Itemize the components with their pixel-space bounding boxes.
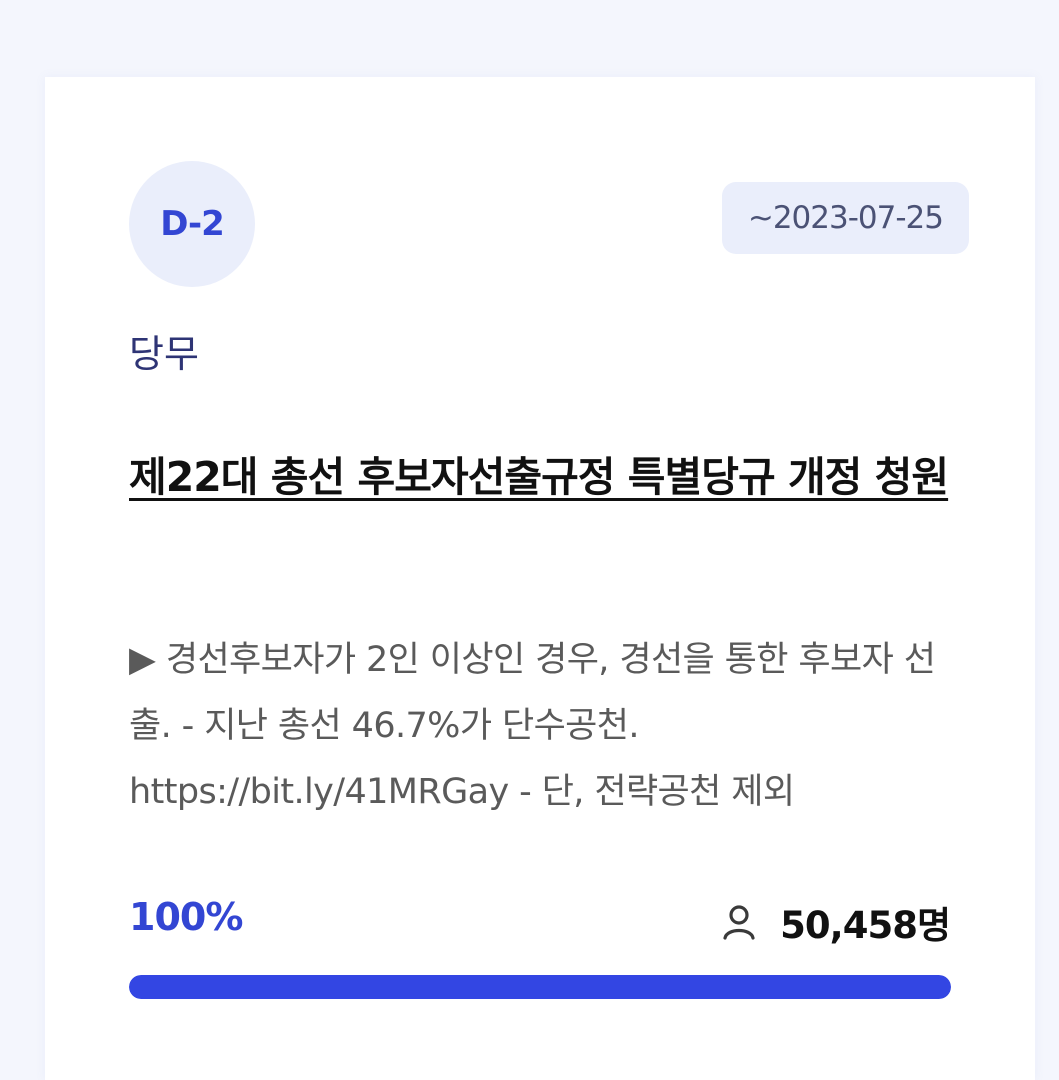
category-label: 당무 [129,332,199,376]
deadline-badge: ~2023-07-25 [721,182,969,254]
progress-percent: 100% [129,895,243,939]
progress-bar-fill [129,975,951,999]
petition-title-link[interactable]: 제22대 총선 후보자선출규정 특별당규 개정 청원 [129,435,959,519]
dday-label: D-2 [160,204,225,244]
petition-card[interactable]: D-2 ~2023-07-25 당무 제22대 총선 후보자선출규정 특별당규 … [45,77,1035,1080]
person-icon [723,905,755,940]
signer-count: 50,458명 [780,904,951,947]
dday-badge: D-2 [129,161,255,287]
signer-count-group: 50,458명 [720,895,951,949]
page: D-2 ~2023-07-25 당무 제22대 총선 후보자선출규정 특별당규 … [0,0,1059,1080]
deadline-label: ~2023-07-25 [747,200,944,236]
petition-summary: ▶ 경선후보자가 2인 이상인 경우, 경선을 통한 후보자 선출. - 지난 … [129,640,936,812]
progress-bar [129,975,951,999]
